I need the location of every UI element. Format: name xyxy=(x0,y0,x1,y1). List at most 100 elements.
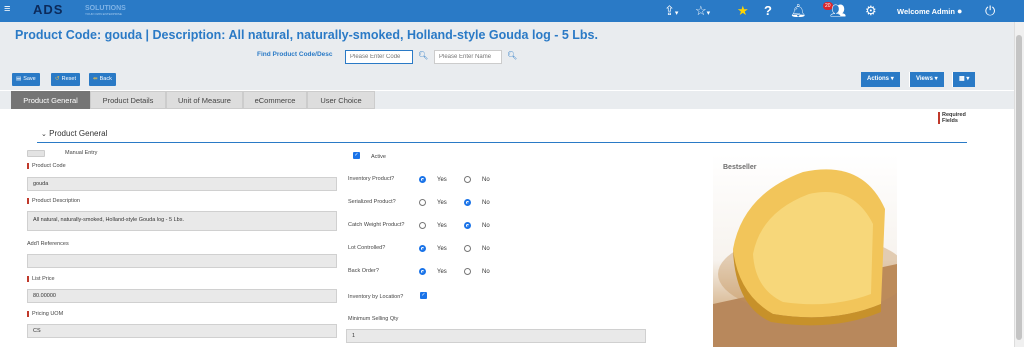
active-checkbox[interactable]: ✓ xyxy=(353,152,360,159)
lot-controlled-no-radio[interactable] xyxy=(464,245,471,252)
bell-icon[interactable]: 🔔︎ xyxy=(790,2,807,20)
tab-user-choice[interactable]: User Choice xyxy=(307,91,375,109)
tab-product-general[interactable]: Product General xyxy=(11,91,90,109)
catch-weight-yes-label: Yes xyxy=(437,223,447,229)
lot-controlled-label: Lot Controlled? xyxy=(348,245,386,251)
user-circle-icon: ● xyxy=(957,6,963,16)
back-order-label: Back Order? xyxy=(348,268,379,274)
company-logo[interactable]: ADS SOLUTIONS YOUR OWN ENTERPRISE xyxy=(33,2,153,17)
manual-entry-label: Manual Entry xyxy=(65,150,98,156)
menu-icon[interactable]: ≡ xyxy=(4,3,10,15)
required-fields-note: Required Fields xyxy=(938,112,979,124)
document-icon: ▦ xyxy=(959,76,965,82)
header-band: Product Code: gouda | Description: All n… xyxy=(0,22,1014,70)
catch-weight-no-label: No xyxy=(482,223,490,229)
save-button[interactable]: ▤ Save xyxy=(12,73,40,86)
find-name-input[interactable] xyxy=(434,50,502,64)
gear-icon[interactable]: ⚙ xyxy=(865,2,877,20)
serialized-product-yes-label: Yes xyxy=(437,200,447,206)
product-description-label: Product Description xyxy=(27,198,80,204)
tab-bar: Product General Product Details Unit of … xyxy=(0,91,1014,109)
back-order-no-label: No xyxy=(482,269,490,275)
back-arrow-icon: ⇚ xyxy=(93,76,98,82)
caret-down-icon: ▾ xyxy=(966,76,970,82)
print-dropdown[interactable]: ▦ ▾ xyxy=(952,72,976,87)
pricing-uom-label: Pricing UOM xyxy=(27,311,63,317)
back-label: Back xyxy=(99,76,112,82)
search-name-icon[interactable]: 🔍︎ xyxy=(507,51,517,60)
logo-tagline: YOUR OWN ENTERPRISE xyxy=(85,12,122,16)
back-order-yes-label: Yes xyxy=(437,269,447,275)
floppy-icon: ▤ xyxy=(16,76,22,82)
welcome-text[interactable]: Welcome Admin ● xyxy=(897,6,962,16)
product-code-label: Product Code xyxy=(27,163,66,169)
share-icon[interactable]: ⇪▾ xyxy=(664,2,678,23)
inventory-by-location-checkbox[interactable]: ✓ xyxy=(420,292,427,299)
active-label: Active xyxy=(371,154,386,160)
logo-text: ADS xyxy=(33,2,64,17)
inventory-product-label: Inventory Product? xyxy=(348,176,395,182)
reset-button[interactable]: ↺ Reset xyxy=(51,73,80,86)
back-order-yes-radio[interactable] xyxy=(419,268,426,275)
serialized-product-yes-radio[interactable] xyxy=(419,199,426,206)
cheese-illustration xyxy=(713,169,897,347)
lot-controlled-yes-radio[interactable] xyxy=(419,245,426,252)
search-code-icon[interactable]: 🔍︎ xyxy=(418,51,428,60)
back-button[interactable]: ⇚ Back xyxy=(89,73,116,86)
reset-label: Reset xyxy=(61,76,76,82)
product-code-field[interactable]: gouda xyxy=(27,177,337,191)
lot-controlled-no-label: No xyxy=(482,246,490,252)
inventory-product-yes-radio[interactable] xyxy=(419,176,426,183)
power-icon[interactable]: ⏻ xyxy=(985,2,995,20)
section-title: Product General xyxy=(49,129,108,138)
serialized-product-no-radio[interactable] xyxy=(464,199,471,206)
top-navbar: ≡ ADS SOLUTIONS YOUR OWN ENTERPRISE ⇪▾ ☆… xyxy=(0,0,1024,22)
logo-subtext: SOLUTIONS xyxy=(85,5,126,12)
catch-weight-no-radio[interactable] xyxy=(464,222,471,229)
catch-weight-label: Catch Weight Product? xyxy=(348,222,405,228)
toolbar: ▤ Save ↺ Reset ⇚ Back Actions ▾ Views ▾ ▦ ▾ xyxy=(0,70,1014,90)
manual-entry-toggle[interactable] xyxy=(27,150,45,157)
caret-down-icon: ▾ xyxy=(934,76,938,82)
tab-ecommerce[interactable]: eCommerce xyxy=(243,91,307,109)
views-label: Views xyxy=(916,76,933,82)
find-code-input[interactable] xyxy=(345,50,413,64)
addl-references-field[interactable] xyxy=(27,254,337,268)
users-icon[interactable]: 👥︎ xyxy=(830,2,847,20)
save-label: Save xyxy=(23,76,36,82)
page-title: Product Code: gouda | Description: All n… xyxy=(15,28,598,42)
star-outline-icon[interactable]: ☆▾ xyxy=(695,2,710,23)
favorite-star-icon[interactable]: ★ xyxy=(737,2,749,20)
product-description-field[interactable]: All natural, naturally-smoked, Holland-s… xyxy=(27,211,337,231)
inventory-product-no-radio[interactable] xyxy=(464,176,471,183)
find-product-label: Find Product Code/Desc xyxy=(257,51,333,58)
views-dropdown[interactable]: Views ▾ xyxy=(909,72,944,87)
welcome-label: Welcome Admin xyxy=(897,7,955,16)
page-scrollbar-thumb[interactable] xyxy=(1016,35,1022,340)
serialized-product-label: Serialized Product? xyxy=(348,199,396,205)
actions-dropdown[interactable]: Actions ▾ xyxy=(861,72,900,87)
inventory-product-yes-label: Yes xyxy=(437,177,447,183)
help-icon[interactable]: ? xyxy=(764,2,772,20)
product-image: Bestseller xyxy=(713,154,897,347)
section-header-product-general[interactable]: ⌄ Product General xyxy=(41,129,107,138)
tab-product-details[interactable]: Product Details xyxy=(90,91,166,109)
serialized-product-no-label: No xyxy=(482,200,490,206)
caret-down-icon: ▾ xyxy=(890,76,894,82)
tab-unit-of-measure[interactable]: Unit of Measure xyxy=(166,91,243,109)
reset-icon: ↺ xyxy=(55,76,60,82)
section-divider xyxy=(37,142,967,143)
catch-weight-yes-radio[interactable] xyxy=(419,222,426,229)
minimum-selling-qty-field[interactable]: 1 xyxy=(346,329,646,343)
back-order-no-radio[interactable] xyxy=(464,268,471,275)
minimum-selling-qty-label: Minimum Selling Qty xyxy=(348,316,399,322)
pricing-uom-field[interactable]: CS xyxy=(27,324,337,338)
list-price-field[interactable]: 80.00000 xyxy=(27,289,337,303)
list-price-label: List Price xyxy=(27,276,55,282)
chevron-down-icon: ⌄ xyxy=(41,131,47,138)
addl-references-label: Add'l References xyxy=(27,241,69,247)
actions-label: Actions xyxy=(867,76,890,82)
inventory-by-location-label: Inventory by Location? xyxy=(348,294,404,300)
inventory-product-no-label: No xyxy=(482,177,490,183)
lot-controlled-yes-label: Yes xyxy=(437,246,447,252)
